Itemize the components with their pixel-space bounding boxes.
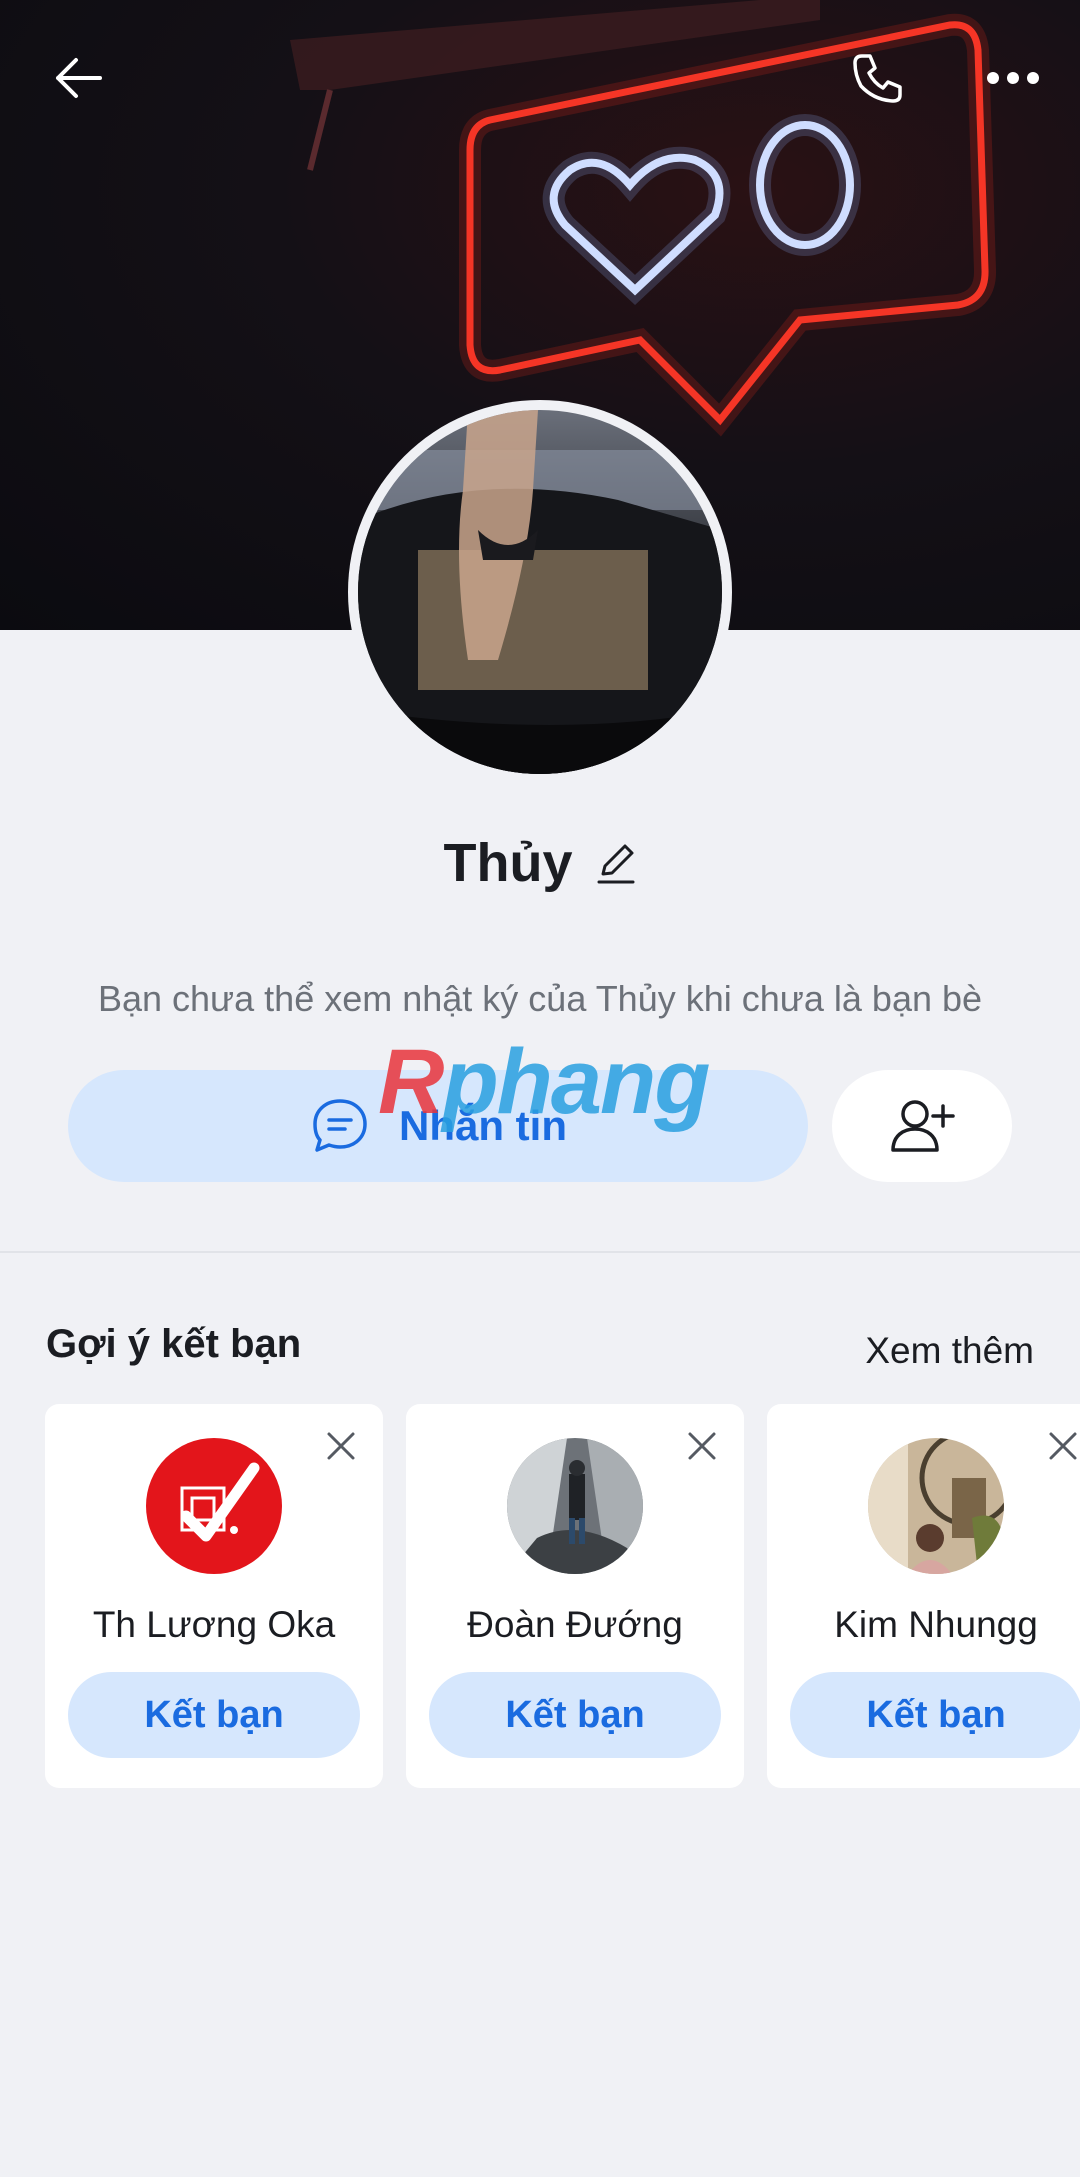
add-friend-button[interactable] xyxy=(832,1070,1012,1182)
close-icon[interactable] xyxy=(682,1426,722,1466)
back-button[interactable] xyxy=(30,30,126,126)
more-button[interactable] xyxy=(965,30,1061,126)
phone-icon xyxy=(853,54,902,103)
avatar[interactable] xyxy=(868,1438,1004,1574)
message-button-label: Nhắn tin xyxy=(399,1102,567,1149)
close-icon[interactable] xyxy=(1043,1426,1080,1466)
suggestion-card[interactable]: Đoàn Đướng Kết bạn xyxy=(406,1404,744,1788)
add-user-icon xyxy=(891,1100,955,1152)
arrow-left-icon xyxy=(56,58,102,98)
close-icon[interactable] xyxy=(321,1426,361,1466)
suggestion-name: Th Lương Oka xyxy=(92,1604,336,1645)
suggestion-card[interactable]: Kim Nhungg Kết bạn xyxy=(767,1404,1080,1788)
suggestions-title: Gợi ý kết bạn xyxy=(46,1322,302,1366)
message-button[interactable]: Nhắn tin xyxy=(68,1070,808,1182)
profile-name: Thủy xyxy=(443,833,573,893)
call-button[interactable] xyxy=(830,30,926,126)
add-friend-button[interactable]: Kết bạn xyxy=(68,1672,360,1758)
see-more-link[interactable]: Xem thêm xyxy=(865,1330,1034,1372)
pencil-icon[interactable] xyxy=(595,840,637,886)
section-divider xyxy=(0,1251,1080,1253)
avatar-image xyxy=(358,410,722,774)
avatar[interactable] xyxy=(507,1438,643,1574)
suggestion-carousel[interactable]: Th Lương Oka Kết bạn Đoàn Đướng Kết bạn xyxy=(45,1404,1080,1788)
more-horizontal-icon xyxy=(987,72,1039,84)
suggestion-card[interactable]: Th Lương Oka Kết bạn xyxy=(45,1404,383,1788)
diary-notice: Bạn chưa thể xem nhật ký của Thủy khi ch… xyxy=(97,978,983,1019)
suggestion-name: Đoàn Đướng xyxy=(467,1604,683,1645)
suggestion-name: Kim Nhungg xyxy=(834,1604,1038,1645)
profile-avatar[interactable] xyxy=(348,400,732,784)
add-friend-button[interactable]: Kết bạn xyxy=(429,1672,721,1758)
chat-bubble-icon xyxy=(313,1099,367,1152)
avatar[interactable] xyxy=(146,1438,282,1574)
add-friend-button[interactable]: Kết bạn xyxy=(790,1672,1080,1758)
